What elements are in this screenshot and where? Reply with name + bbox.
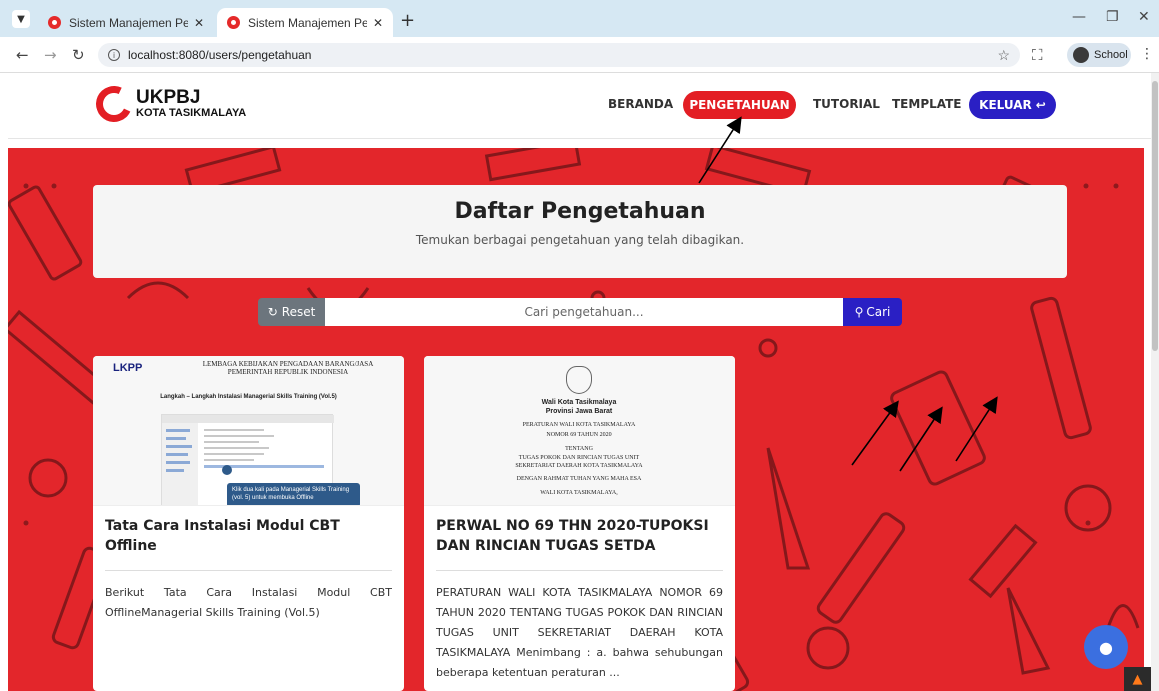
card-thumbnail[interactable]: LKPP LEMBAGA KEBIJAKAN PENGADAAN BARANG/… xyxy=(93,356,404,506)
doc-line: WALI KOTA TASIKMALAYA, xyxy=(540,490,618,496)
close-window-icon[interactable]: ✕ xyxy=(1138,9,1150,25)
doc-heading: Langkah – Langkah Instalasi Managerial S… xyxy=(160,394,337,400)
profile-label: School xyxy=(1094,49,1128,61)
forward-icon[interactable]: → xyxy=(44,46,57,64)
favicon-icon xyxy=(48,16,61,29)
profile-button[interactable]: School xyxy=(1067,43,1131,67)
card-title[interactable]: PERWAL NO 69 THN 2020-TUPOKSI DAN RINCIA… xyxy=(424,506,735,556)
doc-line: TENTANG xyxy=(565,446,593,452)
doc-tooltip: Klik dua kali pada Managerial Skills Tra… xyxy=(227,483,360,505)
page-header-card: Daftar Pengetahuan Temukan berbagai peng… xyxy=(93,185,1067,278)
reset-label: Reset xyxy=(281,305,316,319)
site-logo[interactable]: UKPBJ KOTA TASIKMALAYA xyxy=(90,80,247,128)
tab-title: Sistem Manajemen Pengetahuan xyxy=(69,15,188,30)
card-excerpt: Berikut Tata Cara Instalasi Modul CBT Of… xyxy=(105,586,392,619)
restore-icon[interactable]: ❐ xyxy=(1106,9,1119,25)
scroll-thumb[interactable] xyxy=(1152,81,1158,351)
browser-tab-bar: ▼ Sistem Manajemen Pengetahuan ✕ Sistem … xyxy=(0,0,1159,37)
knowledge-card[interactable]: Wali Kota Tasikmalaya Provinsi Jawa Bara… xyxy=(424,356,735,691)
search-icon: ⚲ xyxy=(854,305,864,319)
tab-title: Sistem Manajemen Pengetahuan xyxy=(248,15,367,30)
search-input[interactable] xyxy=(325,298,843,326)
nav-beranda[interactable]: BERANDA xyxy=(608,97,673,111)
doc-header-text: LEMBAGA KEBIJAKAN PENGADAAN BARANG/JASA … xyxy=(202,360,374,376)
info-icon[interactable]: i xyxy=(108,49,120,61)
doc-line: Provinsi Jawa Barat xyxy=(545,408,613,415)
search-button[interactable]: ⚲ Cari xyxy=(843,298,902,326)
page-title: Daftar Pengetahuan xyxy=(454,199,706,224)
card-divider xyxy=(105,570,392,571)
doc-line: Wali Kota Tasikmalaya xyxy=(541,399,617,406)
logo-subtext: KOTA TASIKMALAYA xyxy=(136,107,247,119)
card-thumbnail[interactable]: Wali Kota Tasikmalaya Provinsi Jawa Bara… xyxy=(424,356,735,506)
doc-perwal-preview: Wali Kota Tasikmalaya Provinsi Jawa Bara… xyxy=(444,360,714,498)
url-text: localhost:8080/users/pengetahuan xyxy=(128,48,312,62)
card-excerpt: PERATURAN WALI KOTA TASIKMALAYA NOMOR 69… xyxy=(436,586,723,679)
search-bar: ↻ Reset ⚲ Cari xyxy=(258,298,902,326)
fire-icon[interactable]: ▲ xyxy=(1124,667,1151,691)
logout-label: KELUAR xyxy=(979,98,1032,112)
logout-button[interactable]: KELUAR ↩ xyxy=(969,91,1056,119)
search-label: Cari xyxy=(866,305,891,319)
browser-tab[interactable]: Sistem Manajemen Pengetahuan ✕ xyxy=(38,8,214,37)
url-field[interactable]: i localhost:8080/users/pengetahuan ☆ xyxy=(98,43,1020,67)
browser-tab-active[interactable]: Sistem Manajemen Pengetahuan ✕ xyxy=(217,8,393,37)
minimize-icon[interactable]: — xyxy=(1072,9,1086,25)
bookmark-star-icon[interactable]: ☆ xyxy=(997,47,1010,64)
reset-button[interactable]: ↻ Reset xyxy=(258,298,325,326)
step-marker-icon xyxy=(222,465,232,475)
page-subtitle: Temukan berbagai pengetahuan yang telah … xyxy=(415,233,745,247)
tab-search-icon[interactable]: ▼ xyxy=(12,10,30,28)
nav-pengetahuan[interactable]: PENGETAHUAN xyxy=(683,91,796,119)
lkpp-logo: LKPP xyxy=(113,362,143,374)
card-title[interactable]: Tata Cara Instalasi Modul CBT Offline xyxy=(93,506,404,556)
doc-line: PERATURAN WALI KOTA TASIKMALAYA xyxy=(522,422,636,428)
doc-line: NOMOR 69 TAHUN 2020 xyxy=(546,432,612,438)
kebab-menu-icon[interactable]: ⋮ xyxy=(1140,46,1154,62)
close-icon[interactable]: ✕ xyxy=(373,16,383,30)
reload-icon[interactable]: ↻ xyxy=(72,46,85,64)
site-navbar: UKPBJ KOTA TASIKMALAYA BERANDA PENGETAHU… xyxy=(8,73,1151,139)
nav-tutorial[interactable]: TUTORIAL xyxy=(813,97,880,111)
card-divider xyxy=(436,570,723,571)
new-tab-icon[interactable]: + xyxy=(400,10,415,31)
favicon-icon xyxy=(227,16,240,29)
back-icon[interactable]: ← xyxy=(16,46,29,64)
close-icon[interactable]: ✕ xyxy=(194,16,204,30)
doc-line: TUGAS POKOK DAN RINCIAN TUGAS UNIT SEKRE… xyxy=(515,455,643,469)
chat-icon[interactable]: ● xyxy=(1084,625,1128,669)
extensions-icon[interactable]: ⛶ xyxy=(1032,46,1043,64)
reset-icon: ↻ xyxy=(267,305,278,319)
knowledge-card[interactable]: LKPP LEMBAGA KEBIJAKAN PENGADAAN BARANG/… xyxy=(93,356,404,691)
page-scrollbar[interactable] xyxy=(1151,73,1159,691)
nav-template[interactable]: TEMPLATE xyxy=(892,97,962,111)
address-bar: ← → ↻ i localhost:8080/users/pengetahuan… xyxy=(0,37,1159,73)
doc-line: DENGAN RAHMAT TUHAN YANG MAHA ESA xyxy=(516,476,642,482)
logo-text: UKPBJ xyxy=(136,87,201,108)
garuda-emblem-icon xyxy=(566,366,592,394)
avatar xyxy=(1073,47,1089,63)
logo-mark-icon xyxy=(90,80,138,128)
logout-icon: ↩ xyxy=(1035,98,1046,112)
